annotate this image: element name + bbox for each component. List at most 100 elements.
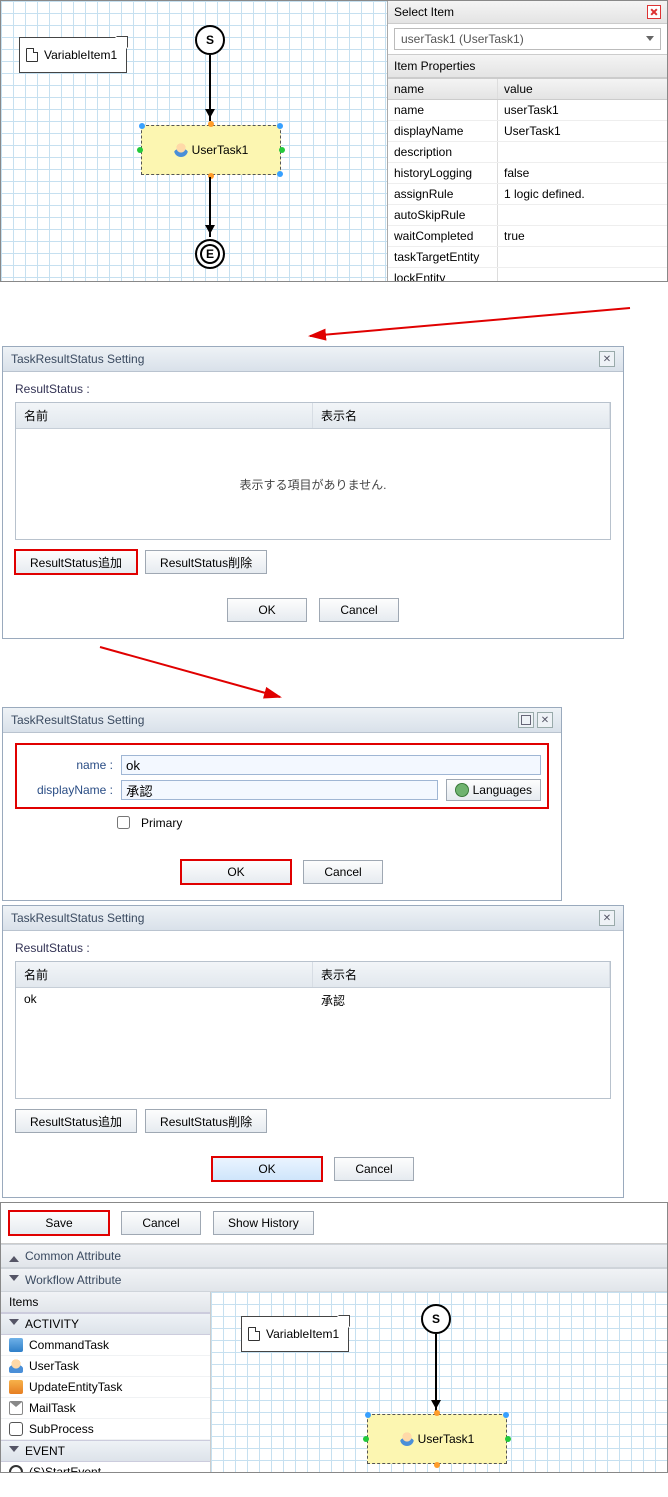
delete-icon[interactable] <box>647 5 661 19</box>
items-header: Items <box>1 1292 210 1313</box>
designer-panel: VariableItem1 S UserTask1 E Select Item … <box>0 0 668 282</box>
user-task-node[interactable]: UserTask1 <box>367 1414 507 1464</box>
item-properties-header: Item Properties <box>388 54 667 78</box>
result-status-table: 名前 表示名 ok 承認 <box>15 961 611 1099</box>
close-icon[interactable] <box>599 910 615 926</box>
ok-button[interactable]: OK <box>212 1157 322 1181</box>
sidebar-item[interactable]: UserTask <box>1 1356 210 1377</box>
start-event-icon <box>9 1465 23 1472</box>
dialog-result-status-form: TaskResultStatus Setting name : displayN… <box>2 707 562 901</box>
guide-arrow-2 <box>0 643 660 703</box>
property-row[interactable]: nameuserTask1 <box>388 100 667 121</box>
edge-start-to-task <box>209 55 211 121</box>
displayname-label: displayName : <box>23 783 113 797</box>
file-icon <box>248 1327 260 1341</box>
properties-header: Select Item <box>388 1 667 24</box>
ok-button[interactable]: OK <box>227 598 307 622</box>
workflow-canvas[interactable]: VariableItem1 S UserTask1 <box>211 1292 667 1472</box>
ok-button[interactable]: OK <box>181 860 291 884</box>
primary-checkbox[interactable] <box>117 816 130 829</box>
sidebar-item[interactable]: SubProcess <box>1 1419 210 1440</box>
result-status-label: ResultStatus : <box>15 382 611 396</box>
col-display-jp: 表示名 <box>313 962 610 987</box>
workflow-canvas[interactable]: VariableItem1 S UserTask1 E <box>1 1 387 281</box>
variable-item-label: VariableItem1 <box>266 1327 339 1341</box>
dialog-title: TaskResultStatus Setting <box>11 713 144 727</box>
delete-result-status-button[interactable]: ResultStatus削除 <box>145 550 267 574</box>
maximize-icon[interactable] <box>518 712 534 728</box>
save-button[interactable]: Save <box>9 1211 109 1235</box>
user-icon <box>174 143 188 157</box>
close-icon[interactable] <box>599 351 615 367</box>
chevron-down-icon <box>9 1319 19 1330</box>
col-display-jp: 表示名 <box>313 403 610 428</box>
add-result-status-button[interactable]: ResultStatus追加 <box>15 1109 137 1133</box>
add-result-status-button[interactable]: ResultStatus追加 <box>15 550 137 574</box>
cancel-button[interactable]: Cancel <box>121 1211 201 1235</box>
activity-icon <box>9 1338 23 1352</box>
main-toolbar: Save Cancel Show History <box>1 1203 667 1244</box>
show-history-button[interactable]: Show History <box>213 1211 314 1235</box>
variable-item-node[interactable]: VariableItem1 <box>19 37 127 73</box>
primary-label: Primary <box>141 816 182 830</box>
activity-icon <box>9 1380 23 1394</box>
globe-icon <box>455 783 469 797</box>
cancel-button[interactable]: Cancel <box>334 1157 414 1181</box>
col-value: value <box>498 79 667 99</box>
table-row[interactable]: ok 承認 <box>16 988 610 1013</box>
close-icon[interactable] <box>537 712 553 728</box>
chevron-down-icon <box>9 1275 19 1286</box>
property-row[interactable]: autoSkipRule <box>388 205 667 226</box>
accordion-workflow[interactable]: Workflow Attribute <box>1 1268 667 1292</box>
file-icon <box>26 48 38 62</box>
group-activity[interactable]: ACTIVITY <box>1 1313 210 1335</box>
task-label: UserTask1 <box>418 1432 475 1446</box>
accordion-common[interactable]: Common Attribute <box>1 1244 667 1268</box>
edge-task-to-end <box>209 177 211 237</box>
sidebar-item[interactable]: MailTask <box>1 1398 210 1419</box>
property-row[interactable]: description <box>388 142 667 163</box>
start-node[interactable]: S <box>421 1304 451 1334</box>
cancel-button[interactable]: Cancel <box>319 598 399 622</box>
activity-icon <box>9 1422 23 1436</box>
col-name: name <box>388 79 498 99</box>
activity-icon <box>9 1359 23 1373</box>
dialog-title: TaskResultStatus Setting <box>11 911 144 925</box>
item-select-dropdown[interactable]: userTask1 (UserTask1) <box>394 28 661 50</box>
property-row[interactable]: assignRule1 logic defined. <box>388 184 667 205</box>
result-status-table: 名前 表示名 表示する項目がありません. <box>15 402 611 540</box>
sidebar-item[interactable]: (S)StartEvent <box>1 1462 210 1472</box>
group-event[interactable]: EVENT <box>1 1440 210 1462</box>
displayname-input[interactable] <box>121 780 438 800</box>
activity-icon <box>9 1401 23 1415</box>
empty-message: 表示する項目がありません. <box>16 429 610 539</box>
property-row[interactable]: displayNameUserTask1 <box>388 121 667 142</box>
properties-table: name value nameuserTask1displayNameUserT… <box>388 78 667 281</box>
dialog-title: TaskResultStatus Setting <box>11 352 144 366</box>
name-label: name : <box>23 758 113 772</box>
editor-panel: Save Cancel Show History Common Attribut… <box>0 1202 668 1473</box>
languages-button[interactable]: Languages <box>446 779 541 801</box>
property-row[interactable]: taskTargetEntity <box>388 247 667 268</box>
end-node[interactable]: E <box>195 239 225 269</box>
name-input[interactable] <box>121 755 541 775</box>
guide-arrow-1 <box>0 306 660 342</box>
property-row[interactable]: waitCompletedtrue <box>388 226 667 247</box>
delete-result-status-button[interactable]: ResultStatus削除 <box>145 1109 267 1133</box>
edge <box>435 1334 437 1412</box>
items-sidebar: Items ACTIVITY CommandTaskUserTaskUpdate… <box>1 1292 211 1472</box>
sidebar-item[interactable]: UpdateEntityTask <box>1 1377 210 1398</box>
start-node[interactable]: S <box>195 25 225 55</box>
col-name-jp: 名前 <box>16 403 313 428</box>
variable-item-label: VariableItem1 <box>44 48 117 62</box>
task-label: UserTask1 <box>192 143 249 157</box>
cancel-button[interactable]: Cancel <box>303 860 383 884</box>
property-row[interactable]: historyLoggingfalse <box>388 163 667 184</box>
dialog-result-status-empty: TaskResultStatus Setting ResultStatus : … <box>2 346 624 639</box>
property-row[interactable]: lockEntity <box>388 268 667 281</box>
dialog-result-status-filled: TaskResultStatus Setting ResultStatus : … <box>2 905 624 1198</box>
variable-item-node[interactable]: VariableItem1 <box>241 1316 349 1352</box>
user-task-node[interactable]: UserTask1 <box>141 125 281 175</box>
col-name-jp: 名前 <box>16 962 313 987</box>
sidebar-item[interactable]: CommandTask <box>1 1335 210 1356</box>
